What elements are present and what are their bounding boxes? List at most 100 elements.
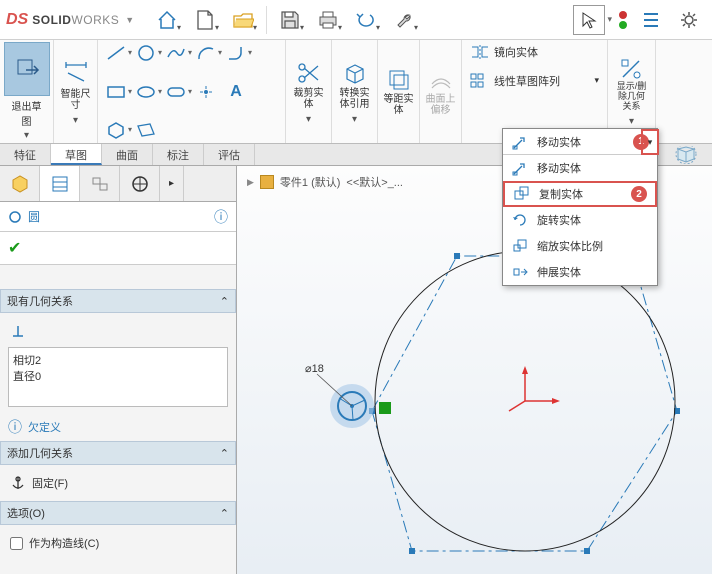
spline-tool[interactable]: ▾	[162, 42, 190, 64]
tab-annotate[interactable]: 标注	[153, 144, 204, 165]
settings-button[interactable]: ▾	[387, 3, 421, 37]
offset-icon	[387, 68, 411, 92]
list-icon	[642, 11, 660, 29]
new-doc-icon	[195, 9, 215, 31]
print-icon	[317, 10, 339, 30]
logo-text: SOLIDWORKS	[32, 13, 119, 27]
panel-tab-dim[interactable]	[120, 166, 160, 201]
offset-button[interactable]: 等距实 体	[380, 66, 418, 118]
panel-tab-more[interactable]: ▸	[160, 166, 184, 201]
polygon-tool[interactable]: ▾	[102, 119, 130, 141]
tab-evaluate[interactable]: 评估	[204, 144, 255, 165]
sec-add-label: 添加几何关系	[7, 445, 73, 461]
pattern-button[interactable]: 线性草图阵列 ▾	[466, 71, 603, 91]
save-button[interactable]: ▾	[273, 3, 307, 37]
breadcrumb-part[interactable]: 零件1 (默认)	[280, 174, 341, 190]
section-options[interactable]: 选项(O) ⌃	[0, 501, 236, 525]
property-icon	[51, 175, 69, 193]
dimension-icon	[62, 59, 90, 87]
view-cube-icon[interactable]	[666, 146, 706, 164]
slot-icon	[166, 86, 186, 98]
scale-icon	[511, 237, 529, 255]
flyout-dropdown-toggle[interactable]: ▾	[641, 129, 659, 155]
show-rel-dd[interactable]: ▾	[629, 116, 634, 127]
mirror-button[interactable]: 镜向实体	[466, 42, 603, 62]
smart-dim-label: 智能尺 寸	[61, 89, 91, 111]
slot-tool[interactable]: ▾	[162, 81, 190, 103]
panel-header: 圆 ⓘ	[0, 202, 236, 232]
line-tool[interactable]: ▾	[102, 42, 130, 64]
smart-dim-dd[interactable]: ▾	[73, 115, 78, 126]
flyout-scale[interactable]: 缩放实体比例	[503, 233, 657, 259]
exit-sketch-dd[interactable]: ▾	[24, 130, 29, 141]
construction-checkbox-row[interactable]: 作为构造线(C)	[8, 531, 228, 555]
tab-sketch[interactable]: 草图	[51, 144, 102, 165]
panel-tab-config[interactable]	[80, 166, 120, 201]
ellipse-tool[interactable]: ▾	[132, 81, 160, 103]
flyout-move[interactable]: 移动实体	[503, 155, 657, 181]
tab-surface[interactable]: 曲面	[102, 144, 153, 165]
breadcrumb-config[interactable]: <<默认>_...	[346, 174, 403, 190]
collapse-icon: ⌃	[220, 507, 229, 520]
cube-icon	[342, 60, 368, 86]
list-button[interactable]	[634, 3, 668, 37]
smart-dimension-button[interactable]: 智能尺 寸	[57, 57, 95, 113]
show-relations-button[interactable]: 显示/删 除几何 关系	[613, 56, 651, 114]
panel-tab-feature[interactable]	[0, 166, 40, 201]
red-light-icon	[619, 11, 627, 19]
confirm-button[interactable]: ✔	[0, 232, 236, 265]
surface-offset-label: 曲面上 偏移	[426, 94, 456, 116]
relation-item-2[interactable]: 直径0	[13, 368, 223, 384]
open-button[interactable]: ▾	[226, 3, 260, 37]
fillet-tool[interactable]: ▾	[222, 42, 250, 64]
point-icon	[199, 85, 213, 99]
options-button[interactable]	[672, 3, 706, 37]
text-tool[interactable]: A	[222, 81, 250, 103]
pattern-dd-icon[interactable]: ▾	[594, 75, 599, 86]
plane-tool[interactable]	[132, 119, 160, 141]
scissors-icon	[296, 60, 322, 86]
rect-tool[interactable]: ▾	[102, 81, 130, 103]
app-logo: DS SOLIDWORKS ▼	[6, 11, 146, 29]
exit-sketch-button[interactable]	[4, 42, 50, 96]
help-icon[interactable]: ⓘ	[214, 207, 228, 227]
chevron-down-icon[interactable]: ▼	[125, 15, 134, 25]
undo-button[interactable]: ▾	[349, 3, 383, 37]
flyout-header[interactable]: 移动实体 1 ▾	[503, 129, 657, 155]
open-icon	[232, 9, 254, 31]
convert-button[interactable]: 转换实 体引用	[336, 58, 374, 112]
collapse-icon: ⌃	[220, 447, 229, 460]
flyout-copy[interactable]: 复制实体 2	[503, 181, 657, 207]
pattern-icon	[470, 73, 490, 89]
arc-tool[interactable]: ▾	[192, 42, 220, 64]
home-button[interactable]: ▾	[150, 3, 184, 37]
convert-dd[interactable]: ▾	[352, 114, 357, 125]
panel-tab-property[interactable]	[40, 166, 80, 201]
flyout-stretch[interactable]: 伸展实体	[503, 259, 657, 285]
relation-item-1[interactable]: 相切2	[13, 352, 223, 368]
tangent-relation-marker[interactable]	[379, 402, 391, 414]
fix-relation-button[interactable]: 固定(F)	[8, 471, 228, 495]
section-add-relations[interactable]: 添加几何关系 ⌃	[0, 441, 236, 465]
circle-tool[interactable]: ▾	[132, 42, 160, 64]
construction-checkbox[interactable]	[10, 537, 23, 550]
new-button[interactable]: ▾	[188, 3, 222, 37]
dimension-text[interactable]: ⌀18	[305, 363, 324, 375]
trim-button[interactable]: 裁剪实 体	[290, 58, 328, 112]
status-text: 欠定义	[28, 419, 61, 435]
cursor-dropdown[interactable]: ▾	[607, 14, 612, 25]
home-icon	[156, 9, 178, 31]
flyout-rotate[interactable]: 旋转实体	[503, 207, 657, 233]
relations-list[interactable]: 相切2 直径0	[8, 347, 228, 407]
flyout-rotate-label: 旋转实体	[537, 212, 581, 228]
point-tool[interactable]	[192, 81, 220, 103]
rect-icon	[106, 85, 126, 99]
panel-tabs: ▸	[0, 166, 236, 202]
print-button[interactable]: ▾	[311, 3, 345, 37]
section-existing-relations[interactable]: 现有几何关系 ⌃	[0, 289, 236, 313]
exit-sketch-icon	[14, 56, 40, 82]
breadcrumb-expand-icon[interactable]: ▶	[247, 177, 254, 188]
trim-dd[interactable]: ▾	[306, 114, 311, 125]
cursor-button[interactable]	[573, 5, 605, 35]
tab-features[interactable]: 特征	[0, 144, 51, 165]
